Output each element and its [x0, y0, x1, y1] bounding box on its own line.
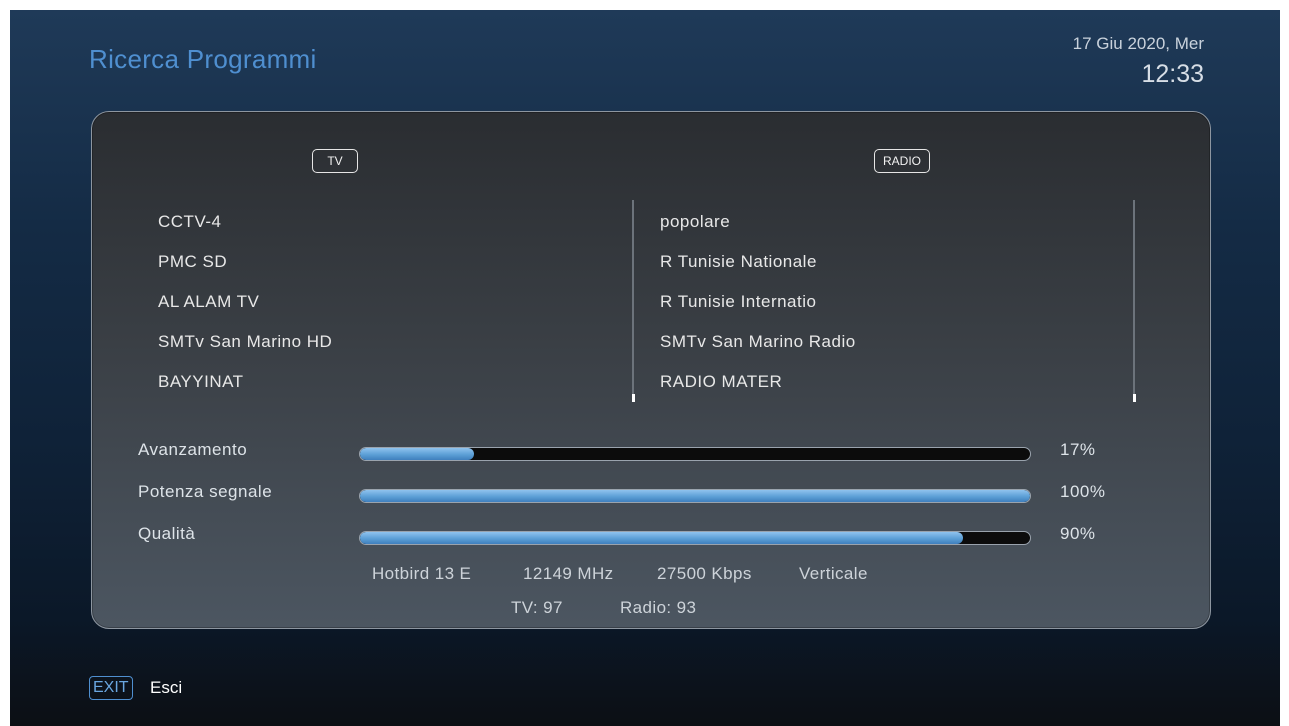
signal-quality-bar-fill: [360, 532, 963, 544]
radio-channel-item: R Tunisie Nationale: [660, 252, 817, 271]
radio-badge: RADIO: [874, 149, 930, 173]
scrollbar-thumb[interactable]: [631, 394, 635, 402]
signal-quality-bar: [359, 531, 1031, 545]
radio-channel-item: R Tunisie Internatio: [660, 292, 817, 311]
tv-list-scrollbar[interactable]: [631, 200, 635, 402]
tv-channel-item: CCTV-4: [158, 212, 222, 231]
tv-channel-list: CCTV-4 PMC SD AL ALAM TV SMTv San Marino…: [158, 208, 332, 408]
satellite-name: Hotbird 13 E: [372, 564, 472, 583]
radio-list-scrollbar[interactable]: [1132, 200, 1136, 402]
radio-channel-item: RADIO MATER: [660, 372, 783, 391]
tv-channel-item: AL ALAM TV: [158, 292, 260, 311]
radio-channel-item: SMTv San Marino Radio: [660, 332, 856, 351]
scrollbar-thumb[interactable]: [1132, 394, 1136, 402]
progress-bar-fill: [360, 448, 474, 460]
signal-quality-percent: 90%: [1060, 524, 1096, 543]
exit-label: Esci: [150, 678, 183, 697]
signal-strength-label: Potenza segnale: [138, 482, 273, 501]
tv-count: TV: 97: [511, 598, 563, 617]
progress-percent: 17%: [1060, 440, 1096, 459]
symbol-rate: 27500 Kbps: [657, 564, 752, 583]
frequency: 12149 MHz: [523, 564, 614, 583]
tv-channel-item: BAYYINAT: [158, 372, 244, 391]
scan-panel: TV RADIO CCTV-4 PMC SD AL ALAM TV SMTv S…: [91, 111, 1211, 629]
tv-channel-item: SMTv San Marino HD: [158, 332, 333, 351]
progress-bar: [359, 447, 1031, 461]
scan-screen: Ricerca Programmi 17 Giu 2020, Mer 12:33…: [10, 10, 1280, 726]
signal-strength-bar-fill: [360, 490, 1030, 502]
signal-strength-percent: 100%: [1060, 482, 1106, 501]
tv-channel-item: PMC SD: [158, 252, 228, 271]
signal-strength-bar: [359, 489, 1031, 503]
radio-channel-list: popolare R Tunisie Nationale R Tunisie I…: [660, 208, 856, 408]
date-label: 17 Giu 2020, Mer: [1072, 34, 1204, 53]
radio-count: Radio: 93: [620, 598, 697, 617]
page-title: Ricerca Programmi: [89, 44, 317, 74]
polarization: Verticale: [799, 564, 868, 583]
progress-label: Avanzamento: [138, 440, 248, 459]
tv-badge: TV: [312, 149, 358, 173]
signal-quality-label: Qualità: [138, 524, 196, 543]
exit-key-button[interactable]: EXIT: [89, 676, 133, 700]
radio-channel-item: popolare: [660, 212, 731, 231]
clock: 12:33: [1141, 60, 1204, 88]
